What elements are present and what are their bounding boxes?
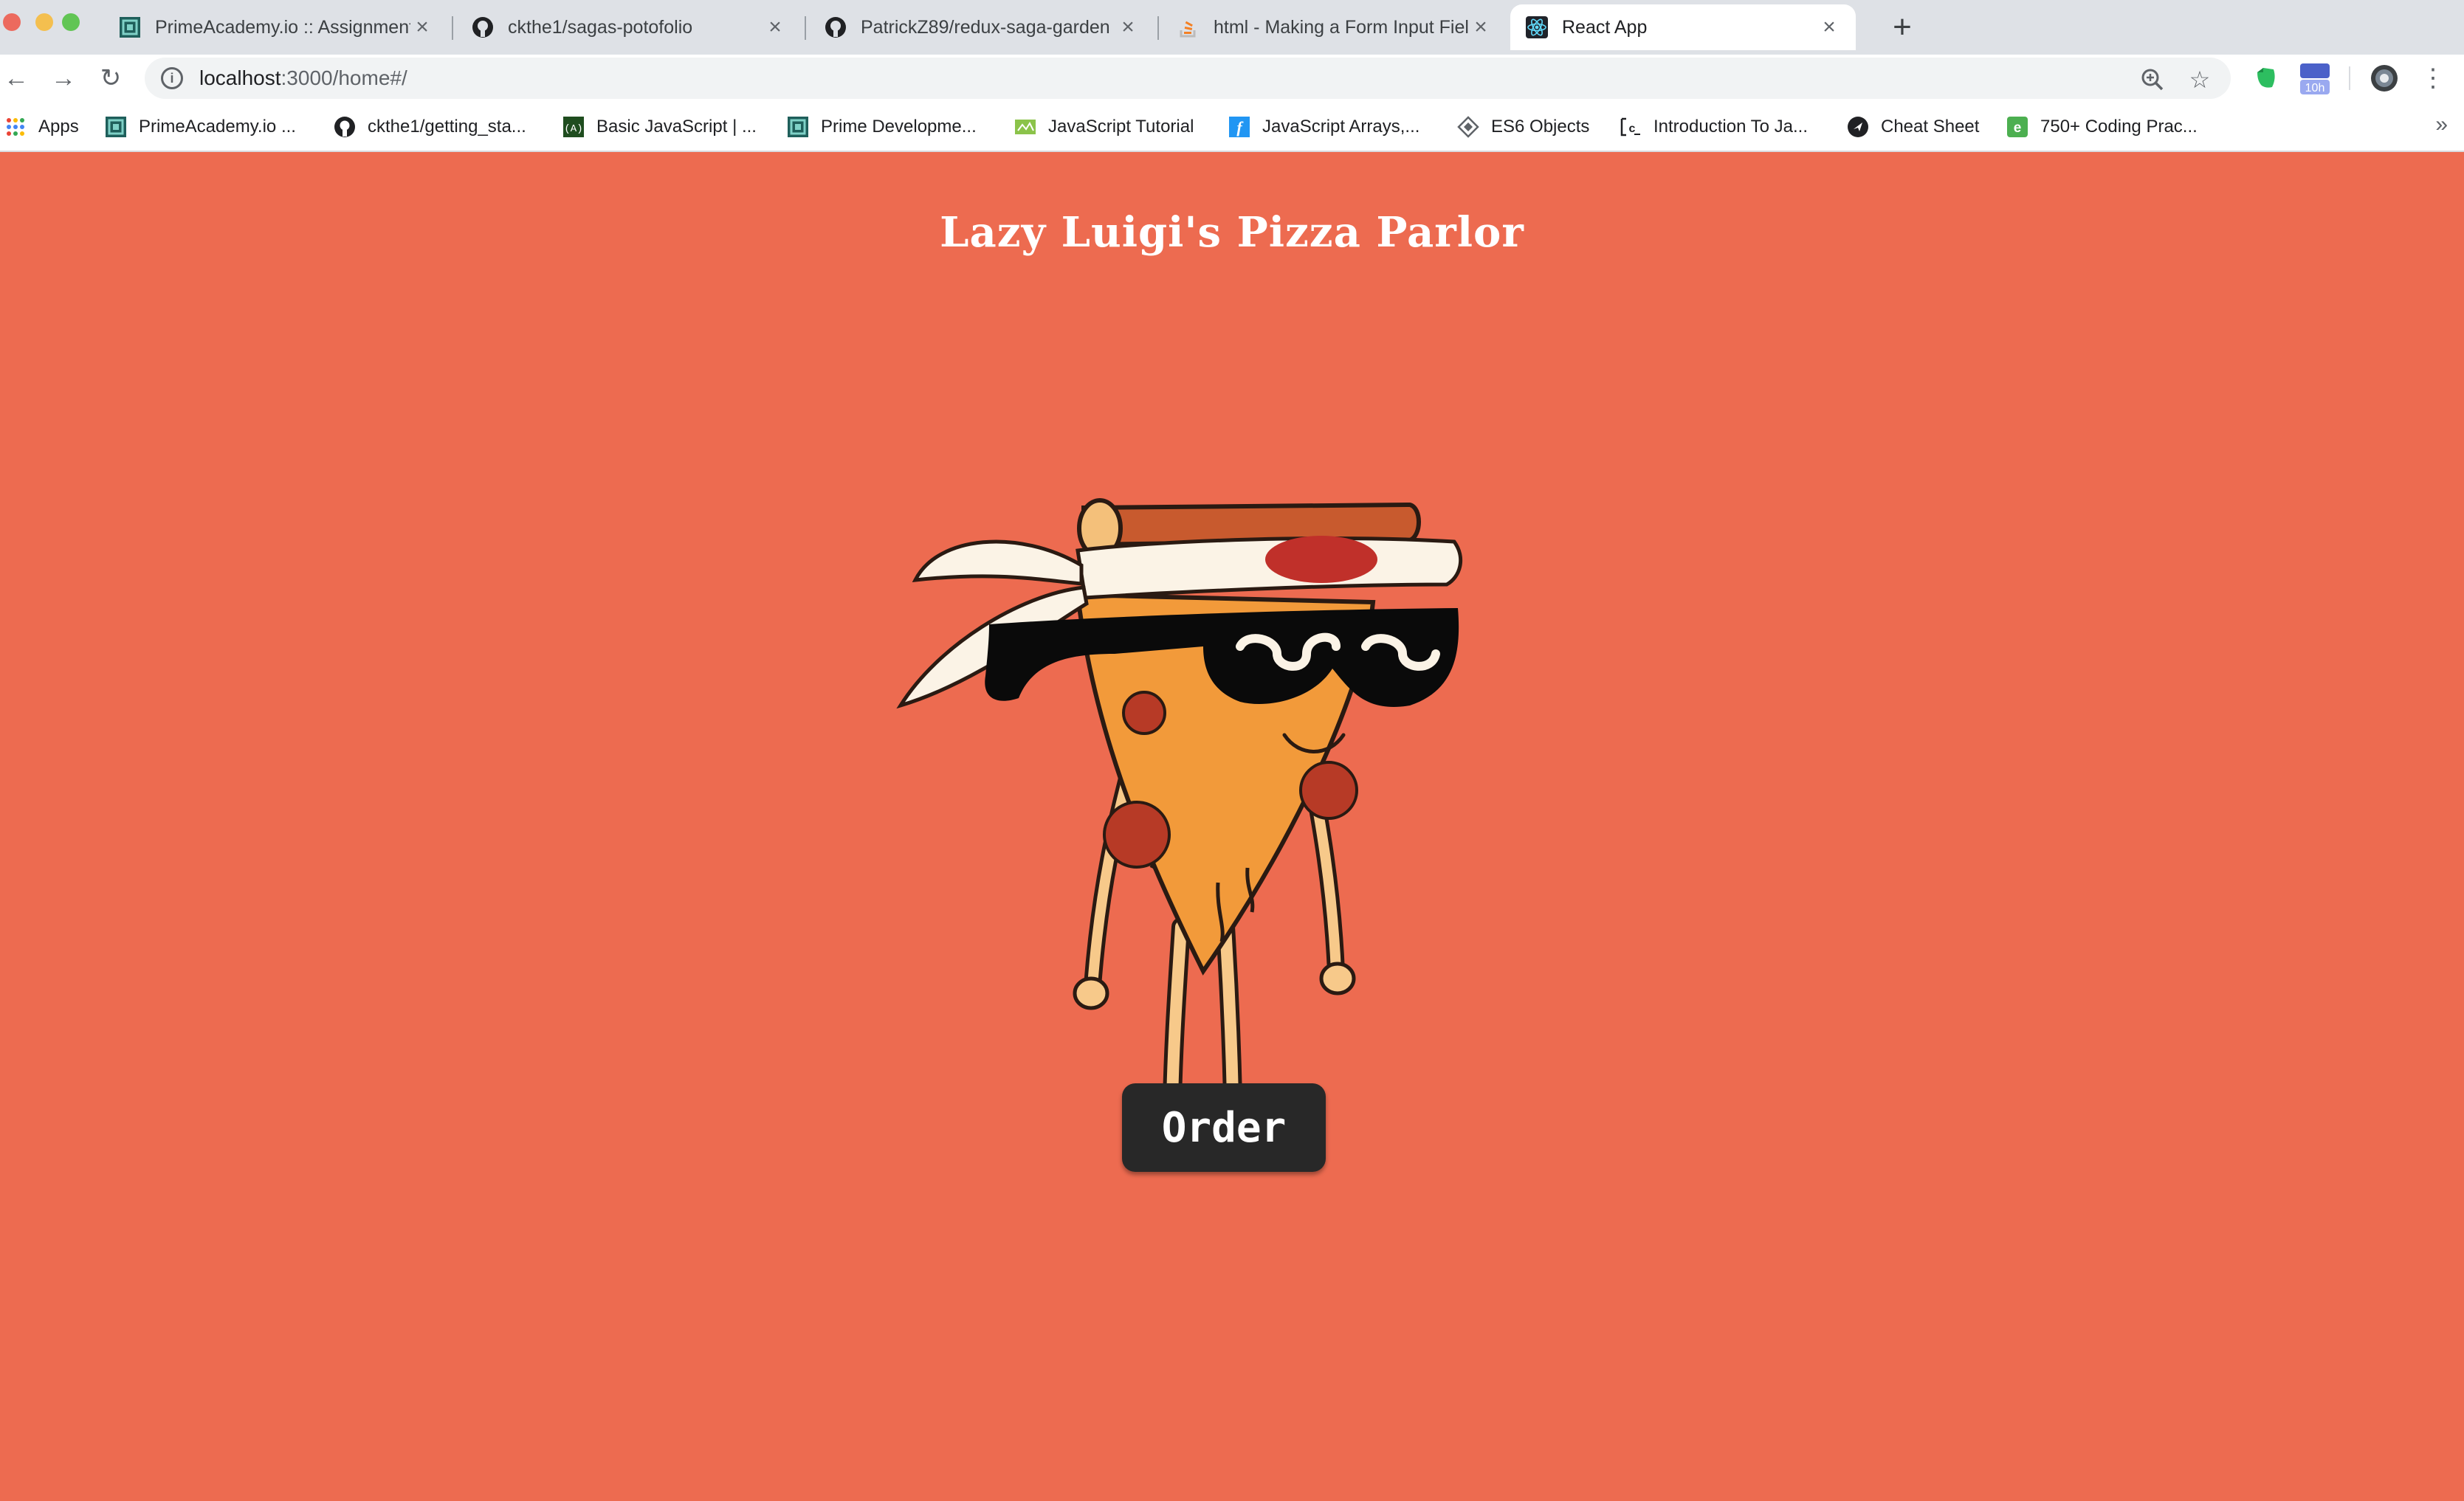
more-bookmarks-icon[interactable]: »	[2435, 112, 2448, 137]
c-icon: c	[1620, 116, 1642, 138]
reload-icon[interactable]: ↻	[94, 62, 127, 94]
close-tab-icon[interactable]: ×	[1817, 15, 1841, 39]
pizza-slice-mascot	[896, 498, 1463, 1115]
bookmark-label: Basic JavaScript | ...	[596, 117, 757, 137]
bookmark-star-icon[interactable]: ☆	[2185, 65, 2214, 94]
tab-title: ckthe1/sagas-potofolio	[508, 16, 693, 38]
bookmark-item[interactable]: Cheat Sheet	[1847, 112, 1979, 142]
bookmark-label: ckthe1/getting_sta...	[368, 117, 526, 137]
tab-divider	[805, 16, 806, 40]
bookmark-item[interactable]: JavaScript Tutorial	[1014, 112, 1194, 142]
new-tab-icon[interactable]: +	[1884, 9, 1921, 46]
close-tab-icon[interactable]: ×	[1469, 15, 1493, 39]
bookmark-item[interactable]: Prime Developme...	[787, 112, 977, 142]
browser-tab[interactable]: PrimeAcademy.io :: Assignments ×	[103, 4, 449, 50]
url-path: :3000/home#/	[281, 66, 407, 89]
timer-extension-icon[interactable]: 10h	[2297, 62, 2333, 96]
bookmark-label: 750+ Coding Prac...	[2040, 117, 2198, 137]
page-title: Lazy Luigi's Pizza Parlor	[940, 208, 1524, 257]
bookmarks-bar: Apps PrimeAcademy.io ... ckthe1/getting_…	[0, 102, 2464, 152]
close-tab-icon[interactable]: ×	[1116, 15, 1140, 39]
browser-tab-bar: PrimeAcademy.io :: Assignments × ckthe1/…	[0, 0, 2464, 55]
github-icon	[824, 15, 847, 39]
svg-text:(A): (A)	[564, 123, 582, 135]
evernote-extension-icon[interactable]	[2251, 63, 2281, 93]
bookmark-label: JavaScript Tutorial	[1048, 117, 1194, 137]
maximize-window-button[interactable]	[62, 13, 80, 31]
code-icon: (A)	[562, 116, 585, 138]
e-icon: e	[2006, 116, 2028, 138]
prime-academy-icon	[118, 15, 142, 39]
tab-title: PatrickZ89/redux-saga-garden	[861, 16, 1110, 38]
bookmark-label: JavaScript Arrays,...	[1262, 117, 1420, 137]
prime-academy-icon	[787, 116, 809, 138]
bookmark-item[interactable]: PrimeAcademy.io ...	[105, 112, 296, 142]
tab-divider	[1157, 16, 1159, 40]
browser-tab[interactable]: PatrickZ89/redux-saga-garden ×	[809, 4, 1154, 50]
bookmark-label: Apps	[38, 117, 79, 137]
forward-arrow-icon[interactable]: →	[47, 62, 80, 94]
close-tab-icon[interactable]: ×	[410, 15, 434, 39]
bookmark-item[interactable]: c Introduction To Ja...	[1620, 112, 1808, 142]
back-arrow-icon[interactable]: ←	[0, 62, 32, 94]
bookmark-label: ES6 Objects	[1491, 117, 1590, 137]
apps-grid-icon	[4, 116, 27, 138]
bookmark-item[interactable]: f JavaScript Arrays,...	[1228, 112, 1419, 142]
app-page: Lazy Luigi's Pizza Parlor Order	[0, 152, 2464, 1501]
svg-text:e: e	[2014, 120, 2022, 136]
bookmark-item[interactable]: e 750+ Coding Prac...	[2006, 112, 2198, 142]
f-icon: f	[1228, 116, 1250, 138]
toolbar-divider	[2349, 66, 2350, 90]
bookmark-item[interactable]: (A) Basic JavaScript | ...	[562, 112, 757, 142]
zoom-icon[interactable]	[2138, 65, 2167, 94]
close-tab-icon[interactable]: ×	[763, 15, 787, 39]
site-info-icon[interactable]: i	[161, 67, 183, 89]
browser-tab-active[interactable]: React App ×	[1510, 4, 1856, 50]
bookmark-label: Introduction To Ja...	[1653, 117, 1809, 137]
github-icon	[334, 116, 356, 138]
prime-academy-icon	[105, 116, 127, 138]
svg-text:c: c	[1629, 123, 1636, 135]
url-host: localhost	[199, 66, 281, 89]
diamond-icon	[1457, 116, 1479, 138]
stackoverflow-icon	[1177, 15, 1200, 39]
order-button[interactable]: Order	[1122, 1083, 1326, 1172]
address-bar[interactable]: i localhost:3000/home#/ ☆	[145, 58, 2231, 99]
tab-title: html - Making a Form Input Field	[1214, 16, 1469, 38]
tutorial-icon	[1014, 116, 1036, 138]
minimize-window-button[interactable]	[35, 13, 53, 31]
browser-toolbar: ← → ↻ i localhost:3000/home#/ ☆ 10h ⋮	[0, 55, 2464, 102]
github-icon	[471, 15, 495, 39]
tab-title: React App	[1562, 16, 1648, 38]
bookmark-item[interactable]: ckthe1/getting_sta...	[334, 112, 526, 142]
browser-tab[interactable]: ckthe1/sagas-potofolio ×	[456, 4, 802, 50]
bookmark-label: Cheat Sheet	[1881, 117, 1980, 137]
cheat-sheet-icon	[1847, 116, 1869, 138]
menu-kebab-icon[interactable]: ⋮	[2418, 63, 2448, 93]
bookmark-item[interactable]: ES6 Objects	[1457, 112, 1589, 142]
bookmark-item[interactable]: Apps	[4, 112, 79, 142]
bookmark-label: Prime Developme...	[821, 117, 977, 137]
profile-avatar[interactable]	[2370, 63, 2399, 93]
bookmark-label: PrimeAcademy.io ...	[139, 117, 296, 137]
tab-divider	[452, 16, 453, 40]
tab-title: PrimeAcademy.io :: Assignments	[155, 16, 410, 38]
timer-badge: 10h	[2305, 82, 2325, 94]
browser-tab[interactable]: html - Making a Form Input Field ×	[1162, 4, 1507, 50]
react-icon	[1525, 15, 1549, 39]
close-window-button[interactable]	[3, 13, 21, 31]
